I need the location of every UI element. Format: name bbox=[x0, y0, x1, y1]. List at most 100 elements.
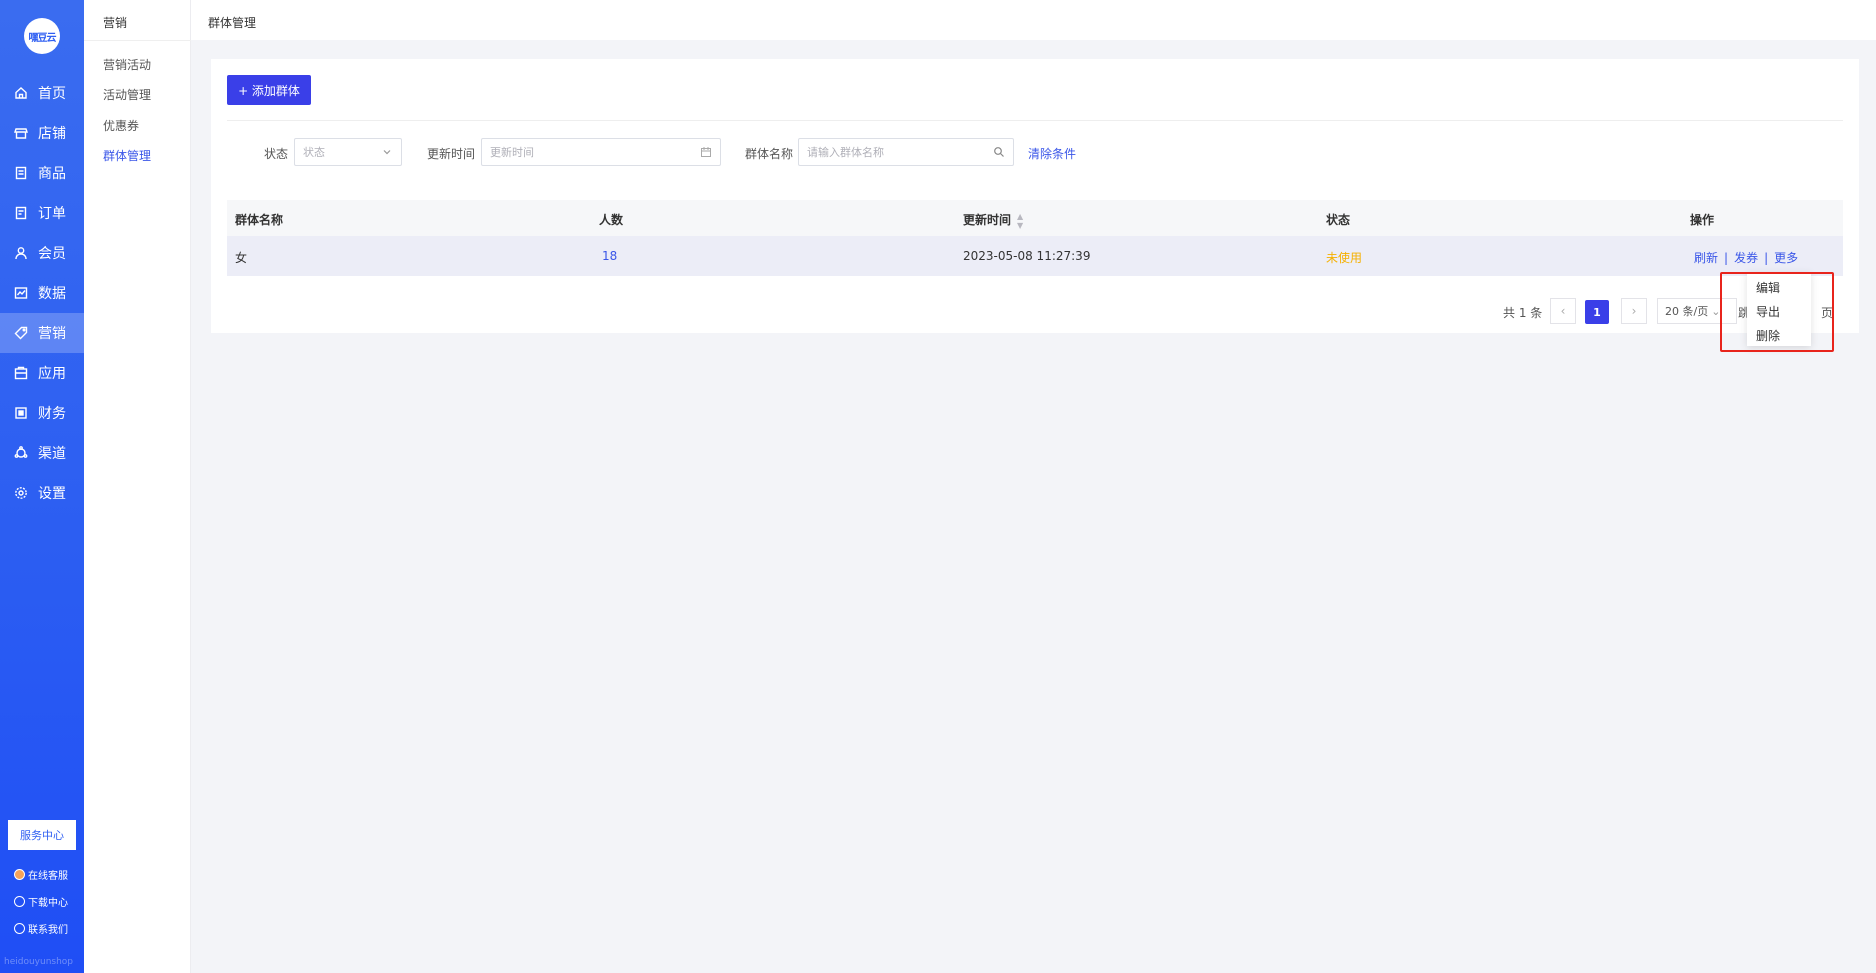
contact-us-label: 联系我们 bbox=[28, 925, 68, 936]
nav-item-channel[interactable]: 渠道 bbox=[0, 433, 84, 473]
sub-nav-item-campaigns[interactable]: 营销活动 bbox=[103, 56, 151, 73]
download-center-label: 下载中心 bbox=[28, 898, 68, 909]
nav-item-label: 应用 bbox=[38, 366, 66, 382]
page-suffix-label: 页 bbox=[1821, 306, 1834, 320]
nav-item-label: 商品 bbox=[38, 166, 66, 182]
refresh-action[interactable]: 刷新 bbox=[1694, 251, 1718, 265]
column-header-updated[interactable]: 更新时间 ▲ ▼ bbox=[963, 211, 1023, 230]
nav-item-member[interactable]: 会员 bbox=[0, 233, 84, 273]
chevron-down-icon: ⌄ bbox=[1711, 304, 1721, 318]
sub-nav-item-group-management[interactable]: 群体管理 bbox=[103, 147, 151, 164]
next-page-button[interactable]: › bbox=[1621, 298, 1647, 324]
online-service-link[interactable]: 在线客服 bbox=[14, 867, 68, 882]
status-select-placeholder: 状态 bbox=[303, 146, 325, 159]
message-icon bbox=[14, 923, 25, 934]
column-header-name: 群体名称 bbox=[235, 213, 284, 227]
nav-item-label: 会员 bbox=[38, 246, 66, 262]
send-coupon-action[interactable]: 发券 bbox=[1734, 251, 1758, 265]
nav-item-data[interactable]: 数据 bbox=[0, 273, 84, 313]
nav-item-goods[interactable]: 商品 bbox=[0, 153, 84, 193]
chat-icon bbox=[14, 869, 25, 880]
channel-icon bbox=[14, 446, 28, 460]
group-name-label: 群体名称 bbox=[745, 147, 794, 161]
service-center-button[interactable]: 服务中心 bbox=[8, 820, 76, 850]
menu-item-edit[interactable]: 编辑 bbox=[1747, 276, 1811, 300]
nav-item-store[interactable]: 店铺 bbox=[0, 113, 84, 153]
nav-item-marketing[interactable]: 营销 bbox=[0, 313, 84, 353]
finance-icon bbox=[14, 406, 28, 420]
divider: | bbox=[1724, 251, 1729, 265]
top-bar: 群体管理 bbox=[191, 0, 1876, 40]
member-icon bbox=[14, 246, 28, 260]
update-time-placeholder: 更新时间 bbox=[490, 146, 534, 159]
row-actions: 刷新 | 发券 | 更多 bbox=[1694, 249, 1798, 266]
watermark: heidouyunshop bbox=[4, 957, 74, 967]
sort-icon[interactable]: ▲ ▼ bbox=[1017, 212, 1023, 230]
home-icon bbox=[14, 86, 28, 100]
main-nav: 嘿豆云 首页 店铺 商品 订单 会员 数据 营销 应用 财务 渠道 设置 服务中… bbox=[0, 0, 84, 973]
table-row: 女 18 2023-05-08 11:27:39 未使用 刷新 | 发券 | 更多 bbox=[227, 236, 1843, 276]
prev-page-button[interactable]: ‹ bbox=[1550, 298, 1576, 324]
chevron-down-icon bbox=[381, 146, 393, 158]
brand-logo[interactable]: 嘿豆云 bbox=[24, 18, 60, 54]
nav-item-label: 订单 bbox=[38, 206, 66, 222]
calendar-icon bbox=[700, 146, 712, 158]
app-icon bbox=[14, 366, 28, 380]
nav-item-settings[interactable]: 设置 bbox=[0, 473, 84, 513]
order-icon bbox=[14, 206, 28, 220]
status-select[interactable]: 状态 bbox=[294, 138, 402, 166]
tag-icon bbox=[14, 326, 28, 340]
goods-icon bbox=[14, 166, 28, 180]
page-size-select[interactable]: 20 条/页 ⌄ bbox=[1657, 298, 1737, 324]
nav-item-label: 数据 bbox=[38, 286, 66, 302]
more-action[interactable]: 更多 bbox=[1774, 251, 1798, 265]
update-time-label: 更新时间 bbox=[427, 147, 476, 161]
nav-item-label: 店铺 bbox=[38, 126, 66, 142]
group-name-placeholder: 请输入群体名称 bbox=[807, 146, 884, 159]
cell-status: 未使用 bbox=[1326, 251, 1363, 265]
add-group-button[interactable]: + 添加群体 bbox=[227, 75, 311, 105]
clear-filters-link[interactable]: 清除条件 bbox=[1028, 145, 1076, 162]
breadcrumb: 群体管理 bbox=[208, 16, 257, 30]
chevron-left-icon: ‹ bbox=[1560, 304, 1566, 318]
divider bbox=[227, 120, 1843, 121]
sub-nav-title: 营销 bbox=[103, 16, 128, 30]
nav-item-order[interactable]: 订单 bbox=[0, 193, 84, 233]
content-card: + 添加群体 状态 状态 更新时间 更新时间 群体名称 请输入群体名称 清除条件… bbox=[211, 59, 1859, 333]
cell-group-name: 女 bbox=[235, 251, 248, 265]
nav-item-label: 财务 bbox=[38, 406, 66, 422]
gear-icon bbox=[14, 486, 28, 500]
current-page-button[interactable]: 1 bbox=[1585, 300, 1609, 324]
status-filter-label: 状态 bbox=[264, 147, 289, 161]
sub-nav-item-activity-management[interactable]: 活动管理 bbox=[103, 86, 151, 103]
divider: | bbox=[1764, 251, 1769, 265]
page-size-value: 20 条/页 bbox=[1665, 305, 1709, 318]
contact-us-link[interactable]: 联系我们 bbox=[14, 921, 68, 936]
download-center-link[interactable]: 下载中心 bbox=[14, 894, 68, 909]
nav-item-app[interactable]: 应用 bbox=[0, 353, 84, 393]
store-icon bbox=[14, 126, 28, 140]
download-icon bbox=[14, 896, 25, 907]
column-header-count: 人数 bbox=[599, 213, 624, 227]
data-icon bbox=[14, 286, 28, 300]
column-header-updated-label: 更新时间 bbox=[963, 213, 1012, 227]
update-time-picker[interactable]: 更新时间 bbox=[481, 138, 721, 166]
nav-item-label: 渠道 bbox=[38, 446, 66, 462]
nav-item-label: 设置 bbox=[38, 486, 66, 502]
search-icon bbox=[993, 146, 1005, 158]
menu-item-delete[interactable]: 删除 bbox=[1747, 324, 1811, 348]
cell-member-count[interactable]: 18 bbox=[602, 249, 617, 263]
cell-updated-time: 2023-05-08 11:27:39 bbox=[963, 249, 1091, 263]
sub-nav-item-coupons[interactable]: 优惠券 bbox=[103, 117, 139, 134]
column-header-actions: 操作 bbox=[1690, 213, 1715, 227]
more-actions-menu: 编辑 导出 删除 bbox=[1747, 272, 1811, 346]
group-name-input[interactable]: 请输入群体名称 bbox=[798, 138, 1014, 166]
chevron-right-icon: › bbox=[1631, 304, 1637, 318]
column-header-status: 状态 bbox=[1326, 213, 1351, 227]
pagination-total: 共 1 条 bbox=[1503, 306, 1543, 320]
nav-item-label: 首页 bbox=[38, 86, 66, 102]
sub-nav: 营销 营销活动 活动管理 优惠券 群体管理 bbox=[84, 0, 191, 973]
menu-item-export[interactable]: 导出 bbox=[1747, 300, 1811, 324]
nav-item-finance[interactable]: 财务 bbox=[0, 393, 84, 433]
nav-item-home[interactable]: 首页 bbox=[0, 73, 84, 113]
